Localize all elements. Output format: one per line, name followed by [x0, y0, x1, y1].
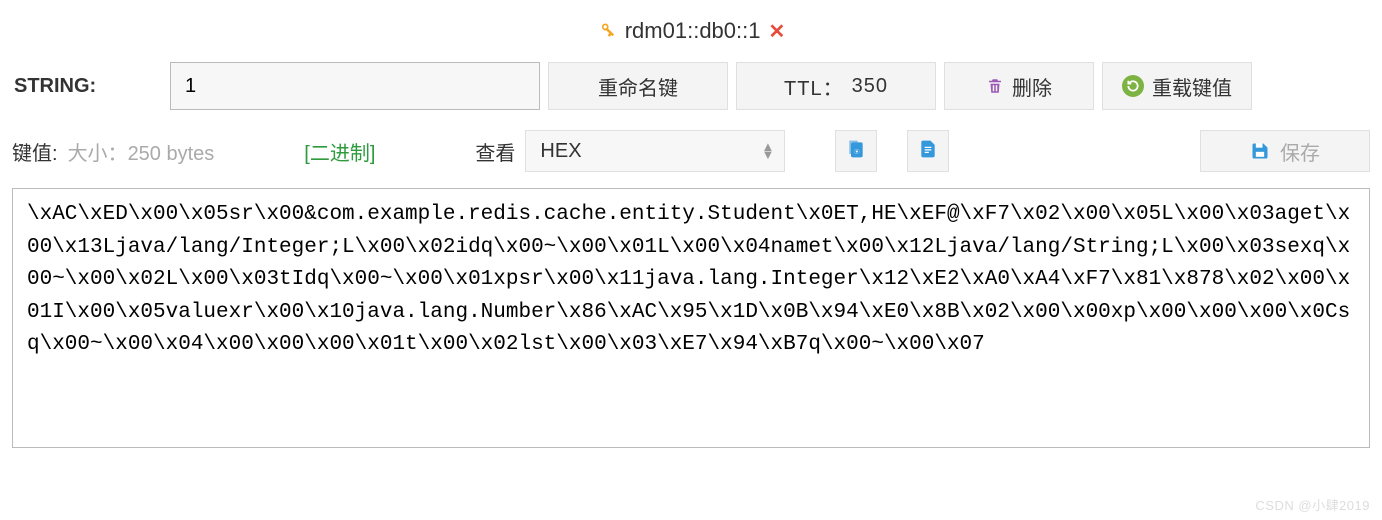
view-label: 查看 [475, 137, 515, 166]
view-text-button[interactable] [907, 130, 949, 172]
ttl-label: TTL： [784, 72, 844, 101]
copy-button[interactable] [835, 130, 877, 172]
ttl-value: 350 [852, 75, 888, 98]
save-label: 保存 [1280, 137, 1320, 166]
rename-label: 重命名键 [598, 72, 678, 101]
size-label: 大小：250 bytes [68, 137, 215, 166]
reload-icon [1122, 75, 1144, 97]
document-icon [918, 138, 938, 165]
rename-key-button[interactable]: 重命名键 [548, 62, 728, 110]
delete-key-button[interactable]: 删除 [944, 62, 1094, 110]
save-button[interactable]: 保存 [1200, 130, 1370, 172]
delete-label: 删除 [1012, 72, 1052, 101]
binary-indicator: [二进制] [304, 137, 375, 166]
value-label: 键值: [12, 137, 58, 166]
value-textarea[interactable] [12, 188, 1370, 448]
ttl-button[interactable]: TTL： 350 [736, 62, 936, 110]
key-name-input[interactable] [170, 62, 540, 110]
reload-value-button[interactable]: 重载键值 [1102, 62, 1252, 110]
watermark: CSDN @小肆2019 [1255, 495, 1370, 514]
key-path: rdm01::db0::1 [625, 18, 761, 44]
close-icon[interactable]: ✕ [768, 19, 785, 44]
chevron-updown-icon: ▲▼ [762, 143, 775, 159]
key-title-bar: rdm01::db0::1 ✕ [12, 10, 1370, 62]
trash-icon [986, 76, 1004, 96]
key-toolbar: STRING: 重命名键 TTL： 350 删除 重载键值 [12, 62, 1370, 110]
format-select[interactable]: HEX ▲▼ [525, 130, 785, 172]
format-selected: HEX [540, 140, 581, 163]
copy-icon [846, 138, 866, 165]
value-header: 键值: 大小：250 bytes [二进制] 查看 HEX ▲▼ [12, 130, 1370, 172]
reload-label: 重载键值 [1152, 72, 1232, 101]
key-icon [597, 21, 617, 41]
save-icon [1250, 141, 1270, 161]
type-label: STRING: [12, 75, 162, 98]
